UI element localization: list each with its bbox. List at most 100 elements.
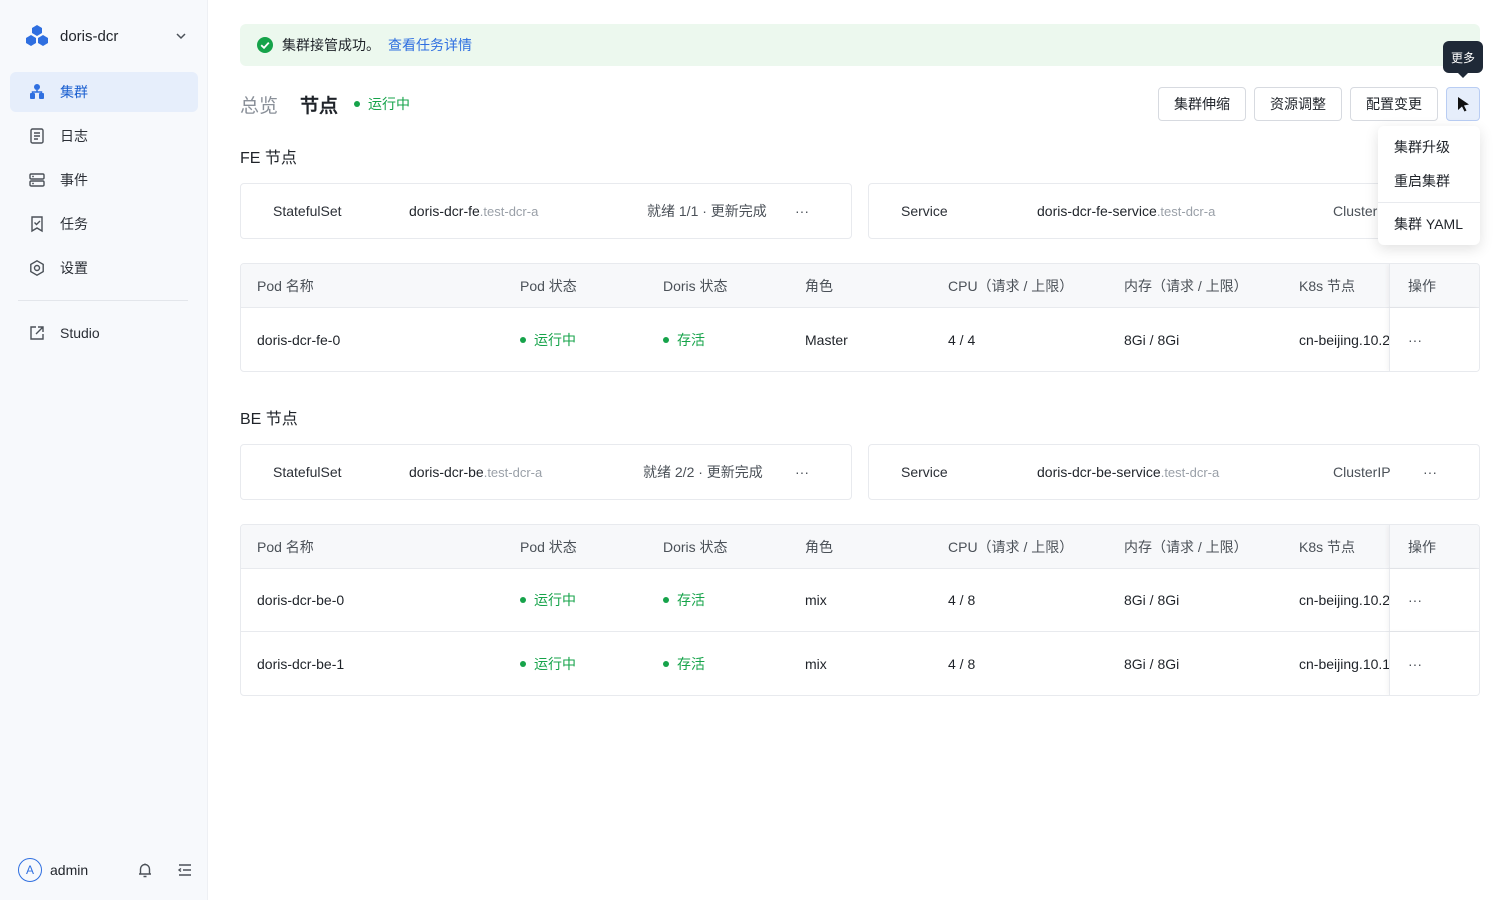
bell-icon[interactable] [136,861,154,879]
col-operations: 操作 [1389,264,1479,307]
menu-item-restart-cluster[interactable]: 重启集群 [1378,164,1480,198]
pod-status-text: 运行中 [534,592,576,608]
tab-overview[interactable]: 总览 [240,91,278,118]
config-change-button[interactable]: 配置变更 [1350,87,1438,121]
cluster-switcher[interactable]: doris-dcr [16,20,192,52]
col-operations: 操作 [1389,525,1479,568]
cluster-icon [30,84,44,99]
alert-message: 集群接管成功。 [282,37,380,53]
resource-namespace: .test-dcr-a [479,204,539,219]
pod-name: doris-dcr-be-0 [257,592,345,608]
task-icon [31,216,43,233]
cpu: 4 / 8 [948,592,976,608]
username[interactable]: admin [50,862,114,878]
cluster-name: doris-dcr [60,27,119,45]
table-header: Pod 名称 Pod 状态 Doris 状态 角色 CPU（请求 / 上限） 内… [241,525,1479,569]
more-actions-icon[interactable]: ··· [792,462,812,482]
doris-status-text: 存活 [677,331,705,348]
status-dot [520,660,526,667]
col-cpu: CPU（请求 / 上限） [948,538,1074,555]
sidebar-item-cluster[interactable]: 集群 [10,72,198,112]
table-row: doris-dcr-be-0 运行中 存活 mix 4 / 8 8Gi / 8G… [241,569,1479,632]
resource-name: doris-dcr-fe-service.test-dcr-a [1037,203,1215,219]
status-dot [663,660,669,667]
col-k8s-node: K8s 节点 [1299,277,1356,294]
row-more-actions-icon[interactable]: ··· [1389,569,1479,631]
resource-name: doris-dcr-be.test-dcr-a [409,464,542,480]
status-dot [354,101,361,107]
more-button[interactable] [1446,87,1480,121]
menu-item-cluster-yaml[interactable]: 集群 YAML [1378,207,1480,241]
adjust-resource-button[interactable]: 资源调整 [1254,87,1342,121]
pod-status-text: 运行中 [534,331,576,348]
table-row: doris-dcr-be-1 运行中 存活 mix 4 / 8 8Gi / 8G… [241,632,1479,695]
col-pod-status: Pod 状态 [520,538,577,555]
resource-name-text: doris-dcr-be [409,464,484,480]
sidebar-item-label: 设置 [60,260,88,276]
col-pod-name: Pod 名称 [257,538,314,555]
memory: 8Gi / 8Gi [1124,655,1180,672]
pod-status: 运行中 [520,308,576,371]
avatar[interactable]: A [18,858,42,882]
col-memory: 内存（请求 / 上限） [1124,538,1248,555]
menu-item-upgrade-cluster[interactable]: 集群升级 [1378,130,1480,164]
resource-name-text: doris-dcr-be-service [1037,464,1161,480]
resource-namespace: .test-dcr-a [483,465,543,480]
collapse-menu-icon[interactable] [176,861,194,879]
resource-name: doris-dcr-be-service.test-dcr-a [1037,464,1219,480]
pod-status: 运行中 [520,569,576,631]
tab-nodes[interactable]: 节点 [300,91,338,118]
pod-name: doris-dcr-fe-0 [257,331,341,348]
resource-name: doris-dcr-fe.test-dcr-a [409,203,538,219]
resource-kind: StatefulSet [273,464,342,480]
more-actions-icon[interactable]: ··· [792,201,812,221]
document-icon [30,128,44,144]
scale-cluster-button[interactable]: 集群伸缩 [1158,87,1246,121]
resource-namespace: .test-dcr-a [1156,204,1216,219]
sidebar-item-settings[interactable]: 设置 [10,248,198,288]
menu-divider [1378,202,1480,203]
table-row: doris-dcr-fe-0 运行中 存活 Master 4 / 4 8Gi /… [241,308,1479,371]
sidebar-item-events[interactable]: 事件 [10,160,198,200]
col-role: 角色 [805,538,833,555]
role: mix [805,655,827,672]
fe-statefulset-card: StatefulSet doris-dcr-fe.test-dcr-a 就绪 1… [240,183,852,239]
k8s-node: cn-beijing.10.2 [1299,331,1391,348]
memory: 8Gi / 8Gi [1124,331,1180,348]
page-header: 总览 节点 运行中 [240,88,410,120]
be-pod-table: Pod 名称 Pod 状态 Doris 状态 角色 CPU（请求 / 上限） 内… [240,524,1480,696]
status-dot [520,597,526,603]
resource-namespace: .test-dcr-a [1160,465,1220,480]
sidebar-item-label: 事件 [60,172,88,188]
external-link-icon [30,326,44,340]
row-more-actions-icon[interactable]: ··· [1389,632,1479,695]
role: Master [805,331,848,348]
sidebar-item-studio[interactable]: Studio [10,313,198,353]
doris-status-text: 存活 [677,592,705,608]
chevron-down-icon [176,33,186,40]
table-header: Pod 名称 Pod 状态 Doris 状态 角色 CPU（请求 / 上限） 内… [241,264,1479,308]
resource-name-text: doris-dcr-fe [409,203,480,219]
resource-kind: Service [901,464,948,480]
server-icon [29,173,45,187]
sidebar-item-tasks[interactable]: 任务 [10,204,198,244]
row-more-actions-icon[interactable]: ··· [1389,308,1479,371]
sidebar-item-label: Studio [60,325,100,341]
sidebar-item-logs[interactable]: 日志 [10,116,198,156]
cluster-status-text: 运行中 [368,96,411,112]
gear-icon [30,259,44,277]
sidebar-item-label: 集群 [60,84,88,100]
resource-kind: StatefulSet [273,203,342,219]
view-task-detail-link[interactable]: 查看任务详情 [388,35,472,55]
cpu: 4 / 4 [948,331,976,348]
resource-state: 就绪 2/2 · 更新完成 [643,464,763,480]
k8s-node: cn-beijing.10.2 [1299,592,1391,608]
cpu: 4 / 8 [948,655,976,672]
service-type: ClusterIP [1333,464,1391,480]
status-dot [663,336,669,343]
resource-name-text: doris-dcr-fe-service [1037,203,1157,219]
role: mix [805,592,827,608]
more-actions-icon[interactable]: ··· [1420,462,1440,482]
sidebar-item-label: 任务 [60,216,88,232]
status-dot [663,597,669,603]
